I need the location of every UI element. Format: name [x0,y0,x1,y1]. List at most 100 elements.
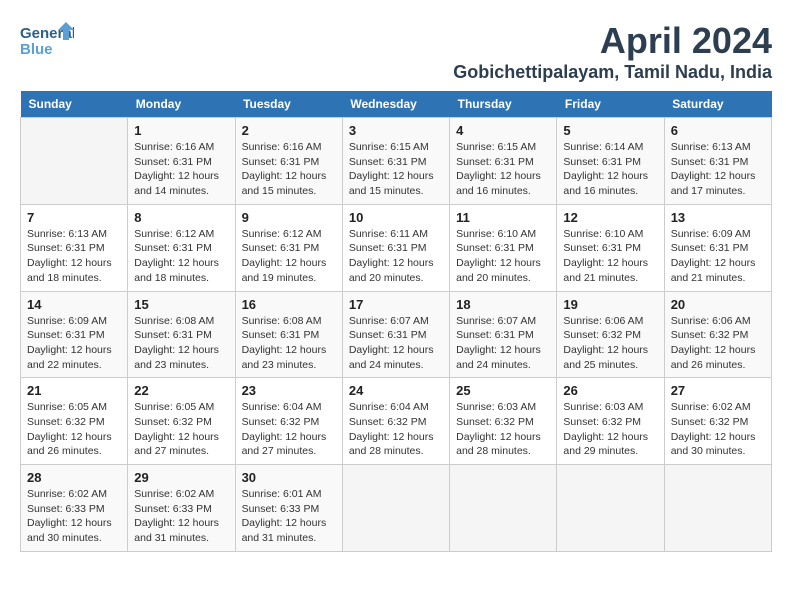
calendar-cell [664,465,771,552]
calendar-cell: 3Sunrise: 6:15 AMSunset: 6:31 PMDaylight… [342,118,449,205]
calendar-cell: 8 Sunrise: 6:12 AMSunset: 6:31 PMDaylight… [128,204,235,291]
day-number: 21 [27,383,121,398]
svg-text:Blue: Blue [20,41,53,58]
calendar-cell: 26 Sunrise: 6:03 AMSunset: 6:32 PMDayligh… [557,378,664,465]
day-detail: Sunrise: 6:10 AMSunset: 6:31 PMDaylight:… [456,227,550,286]
day-number: 19 [563,297,657,312]
calendar-cell: 23 Sunrise: 6:04 AMSunset: 6:32 PMDayligh… [235,378,342,465]
day-detail: Sunrise: 6:04 AMSunset: 6:32 PMDaylight:… [242,400,336,459]
day-detail: Sunrise: 6:03 AMSunset: 6:32 PMDaylight:… [563,400,657,459]
calendar-cell: 2 Sunrise: 6:16 AMSunset: 6:31 PMDaylight… [235,118,342,205]
day-detail: Sunrise: 6:01 AMSunset: 6:33 PMDaylight:… [242,487,336,546]
calendar-cell: 20 Sunrise: 6:06 AMSunset: 6:32 PMDayligh… [664,291,771,378]
day-number: 9 [242,210,336,225]
day-number: 4 [456,123,550,138]
calendar-cell: 7Sunrise: 6:13 AMSunset: 6:31 PMDaylight… [21,204,128,291]
day-detail: Sunrise: 6:08 AMSunset: 6:31 PMDaylight:… [242,314,336,373]
day-detail: Sunrise: 6:12 AMSunset: 6:31 PMDaylight:… [134,227,228,286]
day-number: 20 [671,297,765,312]
day-detail: Sunrise: 6:03 AMSunset: 6:32 PMDaylight:… [456,400,550,459]
title-area: April 2024 Gobichettipalayam, Tamil Nadu… [453,20,772,83]
day-number: 1 [134,123,228,138]
day-number: 6 [671,123,765,138]
day-number: 17 [349,297,443,312]
day-detail: Sunrise: 6:02 AMSunset: 6:32 PMDaylight:… [671,400,765,459]
calendar-cell: 1 Sunrise: 6:16 AMSunset: 6:31 PMDaylight… [128,118,235,205]
calendar-cell: 14 Sunrise: 6:09 AMSunset: 6:31 PMDayligh… [21,291,128,378]
week-row-3: 14 Sunrise: 6:09 AMSunset: 6:31 PMDayligh… [21,291,772,378]
logo: General Blue [20,20,74,64]
calendar-cell [557,465,664,552]
day-number: 24 [349,383,443,398]
day-number: 13 [671,210,765,225]
day-detail: Sunrise: 6:05 AMSunset: 6:32 PMDaylight:… [134,400,228,459]
day-detail: Sunrise: 6:13 AMSunset: 6:31 PMDaylight:… [27,227,121,286]
calendar-header-row: SundayMondayTuesdayWednesdayThursdayFrid… [21,91,772,118]
calendar-cell: 13 Sunrise: 6:09 AMSunset: 6:31 PMDayligh… [664,204,771,291]
day-number: 12 [563,210,657,225]
day-number: 2 [242,123,336,138]
calendar-body: 1 Sunrise: 6:16 AMSunset: 6:31 PMDaylight… [21,118,772,552]
header-cell-wednesday: Wednesday [342,91,449,118]
calendar-cell: 4 Sunrise: 6:15 AMSunset: 6:31 PMDaylight… [450,118,557,205]
calendar-cell [21,118,128,205]
calendar-cell: 5 Sunrise: 6:14 AMSunset: 6:31 PMDaylight… [557,118,664,205]
subtitle: Gobichettipalayam, Tamil Nadu, India [453,62,772,83]
header-cell-monday: Monday [128,91,235,118]
day-detail: Sunrise: 6:10 AMSunset: 6:31 PMDaylight:… [563,227,657,286]
calendar-cell [342,465,449,552]
day-detail: Sunrise: 6:16 AMSunset: 6:31 PMDaylight:… [134,140,228,199]
day-detail: Sunrise: 6:09 AMSunset: 6:31 PMDaylight:… [671,227,765,286]
calendar-cell: 12 Sunrise: 6:10 AMSunset: 6:31 PMDayligh… [557,204,664,291]
day-number: 16 [242,297,336,312]
day-detail: Sunrise: 6:04 AMSunset: 6:32 PMDaylight:… [349,400,443,459]
day-number: 22 [134,383,228,398]
day-detail: Sunrise: 6:14 AMSunset: 6:31 PMDaylight:… [563,140,657,199]
day-number: 26 [563,383,657,398]
day-number: 23 [242,383,336,398]
calendar-cell: 28 Sunrise: 6:02 AMSunset: 6:33 PMDayligh… [21,465,128,552]
day-detail: Sunrise: 6:02 AMSunset: 6:33 PMDaylight:… [27,487,121,546]
day-detail: Sunrise: 6:06 AMSunset: 6:32 PMDaylight:… [563,314,657,373]
day-number: 30 [242,470,336,485]
day-detail: Sunrise: 6:13 AMSunset: 6:31 PMDaylight:… [671,140,765,199]
week-row-5: 28 Sunrise: 6:02 AMSunset: 6:33 PMDayligh… [21,465,772,552]
calendar-cell: 11 Sunrise: 6:10 AMSunset: 6:31 PMDayligh… [450,204,557,291]
day-detail: Sunrise: 6:05 AMSunset: 6:32 PMDaylight:… [27,400,121,459]
calendar-cell: 30 Sunrise: 6:01 AMSunset: 6:33 PMDayligh… [235,465,342,552]
day-number: 28 [27,470,121,485]
logo-svg: General Blue [20,20,74,64]
day-detail: Sunrise: 6:15 AMSunset: 6:31 PMDaylight:… [349,140,443,199]
calendar-table: SundayMondayTuesdayWednesdayThursdayFrid… [20,91,772,552]
day-detail: Sunrise: 6:07 AMSunset: 6:31 PMDaylight:… [456,314,550,373]
calendar-cell: 27 Sunrise: 6:02 AMSunset: 6:32 PMDayligh… [664,378,771,465]
day-number: 18 [456,297,550,312]
week-row-4: 21 Sunrise: 6:05 AMSunset: 6:32 PMDayligh… [21,378,772,465]
header: General Blue April 2024 Gobichettipalaya… [20,20,772,83]
day-detail: Sunrise: 6:02 AMSunset: 6:33 PMDaylight:… [134,487,228,546]
day-number: 15 [134,297,228,312]
day-number: 11 [456,210,550,225]
day-detail: Sunrise: 6:16 AMSunset: 6:31 PMDaylight:… [242,140,336,199]
day-detail: Sunrise: 6:06 AMSunset: 6:32 PMDaylight:… [671,314,765,373]
day-number: 27 [671,383,765,398]
day-detail: Sunrise: 6:15 AMSunset: 6:31 PMDaylight:… [456,140,550,199]
calendar-cell: 9Sunrise: 6:12 AMSunset: 6:31 PMDaylight… [235,204,342,291]
day-detail: Sunrise: 6:09 AMSunset: 6:31 PMDaylight:… [27,314,121,373]
day-detail: Sunrise: 6:11 AMSunset: 6:31 PMDaylight:… [349,227,443,286]
day-number: 14 [27,297,121,312]
calendar-cell: 29Sunrise: 6:02 AMSunset: 6:33 PMDayligh… [128,465,235,552]
calendar-cell: 15Sunrise: 6:08 AMSunset: 6:31 PMDayligh… [128,291,235,378]
day-number: 8 [134,210,228,225]
calendar-cell: 6 Sunrise: 6:13 AMSunset: 6:31 PMDaylight… [664,118,771,205]
calendar-cell: 19 Sunrise: 6:06 AMSunset: 6:32 PMDayligh… [557,291,664,378]
calendar-cell: 17Sunrise: 6:07 AMSunset: 6:31 PMDayligh… [342,291,449,378]
header-cell-friday: Friday [557,91,664,118]
calendar-cell: 21 Sunrise: 6:05 AMSunset: 6:32 PMDayligh… [21,378,128,465]
day-number: 5 [563,123,657,138]
main-title: April 2024 [453,20,772,62]
header-cell-thursday: Thursday [450,91,557,118]
header-cell-tuesday: Tuesday [235,91,342,118]
calendar-cell: 22 Sunrise: 6:05 AMSunset: 6:32 PMDayligh… [128,378,235,465]
week-row-1: 1 Sunrise: 6:16 AMSunset: 6:31 PMDaylight… [21,118,772,205]
